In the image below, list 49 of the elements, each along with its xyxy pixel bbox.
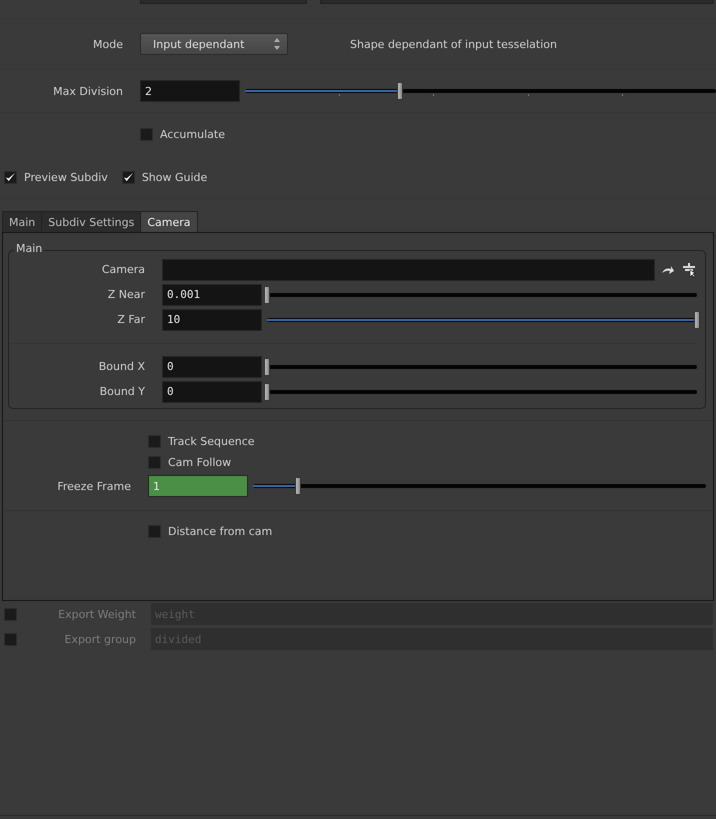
number-field[interactable]: 2 [140, 80, 240, 102]
field-label: Z Far [116, 313, 146, 326]
updown-icon [273, 37, 281, 51]
slider-handle[interactable] [264, 286, 270, 304]
camera-field[interactable] [162, 258, 655, 280]
pointer-icon[interactable] [681, 262, 697, 276]
field-label: Bound Y [98, 385, 146, 398]
checkbox-label: Show Guide [142, 170, 208, 184]
field-label: Freeze Frame [56, 480, 132, 492]
checkbox-label: Accumulate [160, 128, 225, 141]
checkbox[interactable] [140, 128, 153, 141]
slider-handle[interactable] [264, 382, 270, 400]
checkbox[interactable] [148, 525, 161, 538]
field-label: Max Division [52, 84, 124, 98]
mode-dropdown[interactable]: Input dependant [140, 33, 288, 55]
number-field[interactable]: 0 [162, 380, 262, 402]
arrow-icon[interactable] [661, 264, 675, 274]
slider-handle[interactable] [295, 477, 302, 495]
slider[interactable] [267, 358, 697, 376]
field-label: Z Near [106, 288, 146, 301]
field-label: Camera [100, 263, 146, 276]
field-label: Mode [92, 38, 124, 50]
slider[interactable] [245, 82, 716, 100]
slider-handle[interactable] [694, 310, 700, 328]
slider-handle[interactable] [264, 358, 270, 376]
checkbox-label: Cam Follow [168, 456, 232, 469]
checkbox[interactable] [148, 435, 161, 448]
group-title: Main [14, 242, 44, 255]
slider[interactable] [253, 477, 706, 495]
checkbox-label: Preview Subdiv [24, 170, 108, 184]
field-label: Bound X [98, 360, 146, 373]
slider[interactable] [267, 286, 697, 304]
slider-handle[interactable] [397, 82, 404, 100]
number-field[interactable]: 0.001 [162, 284, 262, 306]
slider[interactable] [267, 382, 697, 400]
checkbox[interactable] [122, 170, 135, 184]
tab[interactable]: Subdiv Settings [41, 211, 142, 232]
tab[interactable]: Main [2, 211, 42, 232]
checkbox[interactable] [4, 170, 17, 184]
slider[interactable] [267, 310, 697, 328]
number-field[interactable]: 10 [162, 308, 262, 330]
mode-description: Shape dependant of input tesselation [350, 38, 557, 50]
field-label: Export group [64, 632, 137, 646]
number-field[interactable]: 0 [162, 356, 262, 378]
field-label: Export Weight [57, 608, 137, 620]
checkbox-label: Distance from cam [168, 525, 272, 538]
checkbox-label: Track Sequence [168, 435, 255, 448]
tab[interactable]: Camera [140, 211, 198, 232]
checkbox[interactable] [148, 456, 161, 469]
